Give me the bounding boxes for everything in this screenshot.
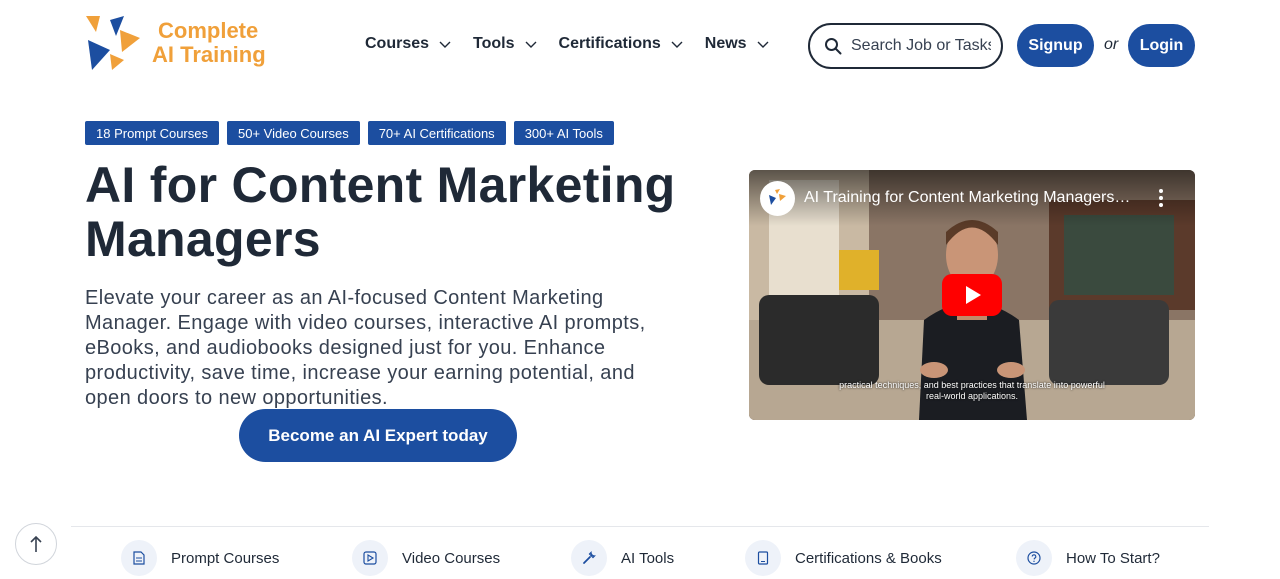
video-title[interactable]: AI Training for Content Marketing Manage… [804, 189, 1134, 207]
logo-text-line1: Complete [158, 18, 259, 43]
nav-news-label: News [704, 35, 747, 52]
chevron-down-icon [757, 41, 769, 48]
bottom-nav-label: How To Start? [1066, 549, 1160, 567]
nav-courses[interactable]: Courses [365, 35, 451, 53]
or-text: or [1104, 36, 1119, 53]
channel-logo-icon [768, 188, 786, 205]
site-header: Complete AI Training Courses Tools Certi… [0, 0, 1280, 92]
nav-certifications-label: Certifications [558, 35, 661, 52]
bottom-nav-label: AI Tools [621, 549, 675, 567]
badge-video-courses: 50+ Video Courses [227, 121, 360, 145]
nav-courses-label: Courses [365, 35, 430, 52]
chevron-down-icon [671, 41, 683, 48]
main-nav: Courses Tools Certifications News [365, 35, 791, 53]
bottom-nav-ai-tools[interactable]: AI Tools [571, 540, 674, 576]
bottom-nav-label: Prompt Courses [171, 549, 280, 567]
badge-prompt-courses: 18 Prompt Courses [85, 121, 219, 145]
nav-news[interactable]: News [705, 35, 769, 53]
login-button[interactable]: Login [1128, 24, 1195, 67]
chevron-down-icon [439, 41, 451, 48]
badge-ai-tools: 300+ AI Tools [513, 121, 614, 145]
document-icon [121, 540, 157, 576]
page-title: AI for Content Marketing Managers [85, 157, 676, 267]
bottom-nav-label: Video Courses [402, 549, 501, 567]
bottom-nav-certifications-books[interactable]: Certifications & Books [745, 540, 942, 576]
search-box[interactable] [808, 23, 1003, 69]
wrench-icon [571, 540, 607, 576]
become-expert-button[interactable]: Become an AI Expert today [239, 409, 517, 462]
play-square-icon [352, 540, 388, 576]
hero-description: Elevate your career as an AI-focused Con… [85, 287, 646, 409]
more-vertical-icon[interactable] [1154, 187, 1168, 209]
chevron-down-icon [525, 41, 537, 48]
book-icon [745, 540, 781, 576]
logo-text: Complete AI Training [152, 19, 266, 67]
search-icon [825, 38, 842, 55]
bottom-nav-prompt-courses[interactable]: Prompt Courses [121, 540, 279, 576]
video-caption: practical techniques, and best practices… [809, 380, 1135, 402]
stat-badges: 18 Prompt Courses 50+ Video Courses 70+ … [85, 121, 614, 145]
nav-tools-label: Tools [473, 35, 515, 52]
signup-button[interactable]: Signup [1017, 24, 1094, 67]
video-caption-line1: practical techniques, and best practices… [839, 380, 1105, 390]
nav-tools[interactable]: Tools [473, 35, 537, 53]
youtube-play-icon[interactable] [942, 274, 1002, 316]
divider [71, 526, 1209, 527]
logo[interactable]: Complete AI Training [86, 14, 266, 72]
badge-ai-certifications: 70+ AI Certifications [367, 121, 506, 145]
scroll-to-top-button[interactable] [15, 523, 57, 565]
help-circle-icon [1016, 540, 1052, 576]
bottom-nav-how-to-start[interactable]: How To Start? [1016, 540, 1160, 576]
video-caption-line2: real-world applications. [925, 391, 1019, 401]
video-player[interactable]: AI Training for Content Marketing Manage… [749, 170, 1195, 420]
bottom-nav-label: Certifications & Books [795, 549, 942, 567]
logo-mark-icon [86, 14, 142, 72]
bottom-nav-video-courses[interactable]: Video Courses [352, 540, 500, 576]
logo-text-line2: AI Training [152, 42, 266, 67]
search-input[interactable] [851, 37, 991, 55]
channel-avatar[interactable] [760, 181, 795, 216]
nav-certifications[interactable]: Certifications [559, 35, 683, 53]
arrow-up-icon [30, 535, 42, 552]
